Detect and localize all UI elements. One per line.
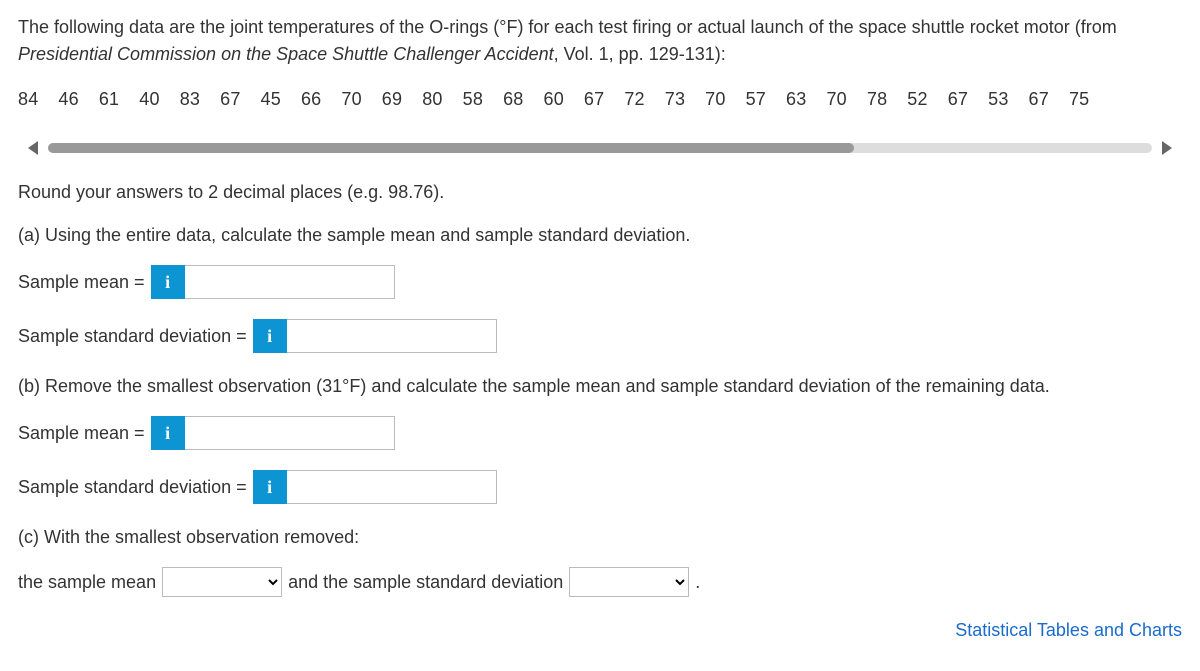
data-value: 70 — [826, 86, 846, 113]
data-value: 69 — [382, 86, 402, 113]
intro-part2: , Vol. 1, pp. 129-131): — [554, 44, 726, 64]
data-value: 70 — [705, 86, 725, 113]
data-value: 66 — [301, 86, 321, 113]
data-value: 46 — [58, 86, 78, 113]
scroll-left-icon[interactable] — [28, 141, 38, 155]
scroll-thumb[interactable] — [48, 143, 854, 153]
sample-sd-b-input[interactable] — [287, 470, 497, 504]
intro-part1: The following data are the joint tempera… — [18, 17, 1117, 37]
data-value: 52 — [907, 86, 927, 113]
part-a-mean-row: Sample mean = i — [18, 265, 1182, 299]
data-value: 80 — [422, 86, 442, 113]
intro-text: The following data are the joint tempera… — [18, 14, 1182, 68]
data-value: 78 — [867, 86, 887, 113]
data-value: 72 — [624, 86, 644, 113]
data-value: 75 — [1069, 86, 1089, 113]
data-value: 61 — [99, 86, 119, 113]
intro-italic: Presidential Commission on the Space Shu… — [18, 44, 554, 64]
data-value: 63 — [786, 86, 806, 113]
scroll-right-icon[interactable] — [1162, 141, 1172, 155]
data-value: 83 — [180, 86, 200, 113]
mean-label-b: Sample mean = — [18, 420, 145, 447]
data-value: 57 — [746, 86, 766, 113]
stat-tables-link[interactable]: Statistical Tables and Charts — [18, 617, 1182, 644]
part-c-lead: the sample mean — [18, 569, 156, 596]
part-c-tail: . — [695, 569, 700, 596]
sample-mean-a-input[interactable] — [185, 265, 395, 299]
info-icon[interactable]: i — [151, 416, 185, 450]
part-c-mid: and the sample standard deviation — [288, 569, 563, 596]
mean-change-select[interactable] — [162, 567, 282, 597]
sample-mean-b-input[interactable] — [185, 416, 395, 450]
info-icon[interactable]: i — [253, 319, 287, 353]
data-value: 58 — [463, 86, 483, 113]
data-value: 60 — [543, 86, 563, 113]
sd-label-b: Sample standard deviation = — [18, 474, 247, 501]
info-icon[interactable]: i — [253, 470, 287, 504]
part-b-prompt: (b) Remove the smallest observation (31°… — [18, 373, 1182, 400]
info-icon[interactable]: i — [151, 265, 185, 299]
sd-label-a: Sample standard deviation = — [18, 323, 247, 350]
data-value: 68 — [503, 86, 523, 113]
data-value: 70 — [341, 86, 361, 113]
mean-label-a: Sample mean = — [18, 269, 145, 296]
data-value: 67 — [948, 86, 968, 113]
data-value: 67 — [584, 86, 604, 113]
part-c-row: the sample mean and the sample standard … — [18, 567, 1182, 597]
part-b-mean-row: Sample mean = i — [18, 416, 1182, 450]
data-value: 67 — [1029, 86, 1049, 113]
data-value: 40 — [139, 86, 159, 113]
horizontal-scrollbar[interactable] — [18, 141, 1182, 155]
part-a-prompt: (a) Using the entire data, calculate the… — [18, 222, 1182, 249]
rounding-instruction: Round your answers to 2 decimal places (… — [18, 179, 1182, 206]
data-value: 67 — [220, 86, 240, 113]
part-a-sd-row: Sample standard deviation = i — [18, 319, 1182, 353]
data-value: 53 — [988, 86, 1008, 113]
part-c-prompt: (c) With the smallest observation remove… — [18, 524, 1182, 551]
sample-sd-a-input[interactable] — [287, 319, 497, 353]
data-values-row: 84 46 61 40 83 67 45 66 70 69 80 58 68 60 67 72 73 70 57 63… — [18, 86, 1182, 113]
data-value: 45 — [261, 86, 281, 113]
scroll-track[interactable] — [48, 143, 1152, 153]
data-value: 84 — [18, 86, 38, 113]
part-b-sd-row: Sample standard deviation = i — [18, 470, 1182, 504]
data-value: 73 — [665, 86, 685, 113]
sd-change-select[interactable] — [569, 567, 689, 597]
